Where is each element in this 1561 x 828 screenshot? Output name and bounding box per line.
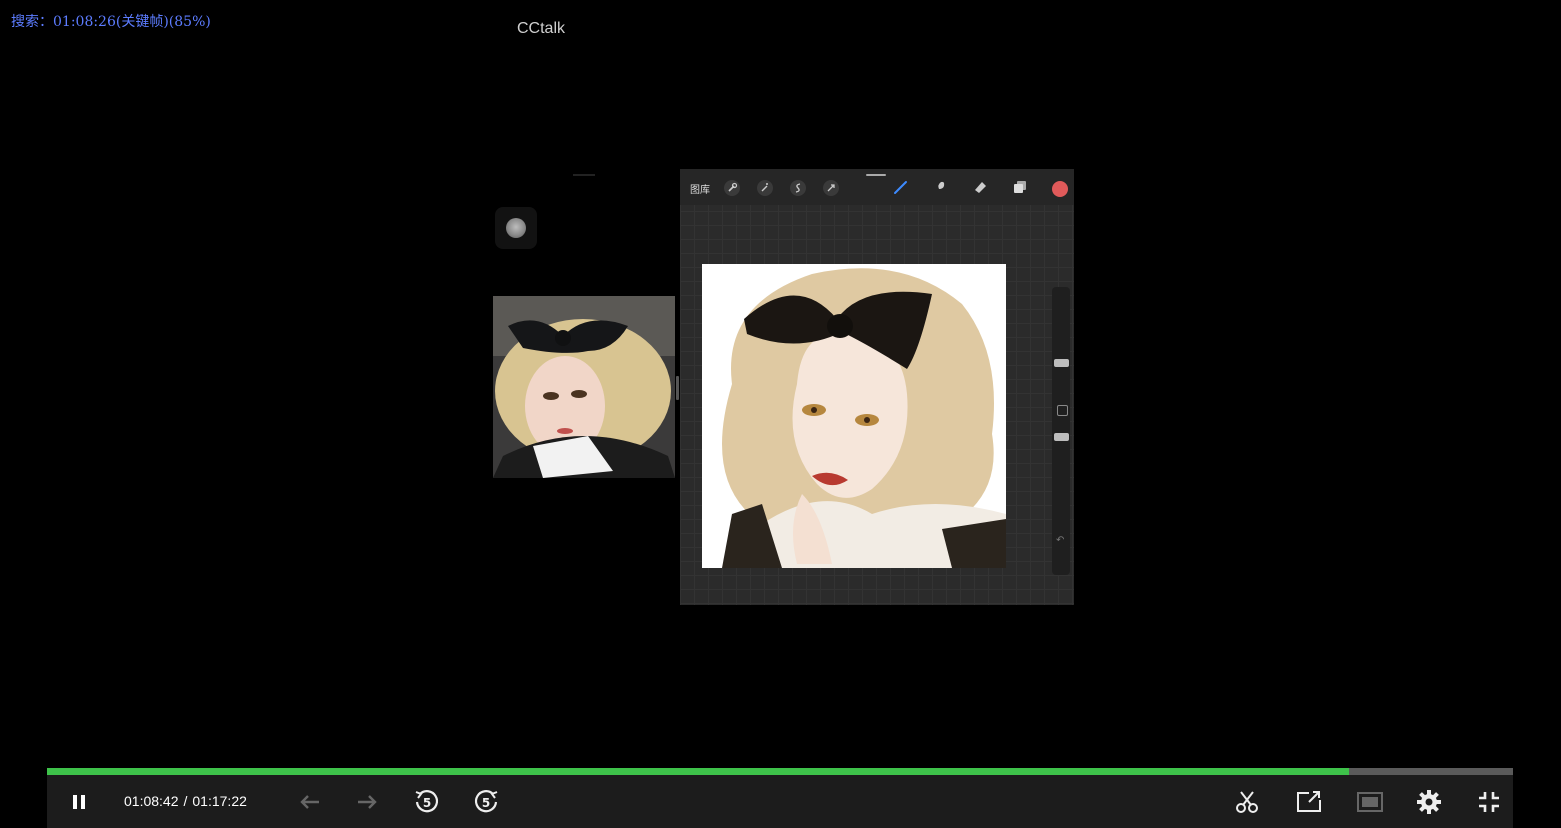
- previous-button[interactable]: [295, 788, 323, 816]
- top-divider: [573, 174, 595, 176]
- gallery-label: 图库: [690, 185, 710, 196]
- smudge-icon: [936, 181, 945, 193]
- share-screen-icon: [1297, 791, 1321, 812]
- selection-icon: [790, 180, 806, 196]
- scissors-icon: [1236, 791, 1258, 813]
- reference-photo-image: [493, 296, 675, 478]
- share-screen-button[interactable]: [1294, 788, 1324, 816]
- window-title: CCtalk: [517, 20, 566, 37]
- picture-in-picture-button[interactable]: [1355, 788, 1385, 816]
- drawing-app-window: 图库 ↶: [680, 169, 1074, 605]
- rewind-5s-button[interactable]: 5: [413, 788, 441, 816]
- forward-5s-button[interactable]: 5: [472, 788, 500, 816]
- next-button[interactable]: [354, 788, 382, 816]
- toolbar-handle: [866, 174, 886, 176]
- modify-button: [1057, 405, 1068, 416]
- time-display: 01:08:42/01:17:22: [124, 793, 247, 809]
- illustration-image: [702, 264, 1006, 568]
- progress-bar[interactable]: [47, 768, 1513, 775]
- exit-fullscreen-icon: [1479, 792, 1499, 812]
- settings-button[interactable]: [1415, 788, 1443, 816]
- clip-button[interactable]: [1233, 788, 1261, 816]
- arrow-left-icon: [300, 795, 319, 809]
- pause-button[interactable]: [67, 788, 91, 816]
- floating-brush-button: [495, 207, 537, 249]
- undo-icon: ↶: [1056, 535, 1065, 546]
- pause-icon: [73, 795, 85, 809]
- svg-text:5: 5: [423, 796, 431, 810]
- opacity-slider-thumb: [1054, 433, 1069, 441]
- search-status-text: 搜索：01:08:26(关键帧)(85%): [11, 14, 211, 30]
- brush-size-slider-thumb: [1054, 359, 1069, 367]
- brush-icon: [894, 181, 907, 194]
- transform-icon: [823, 180, 839, 196]
- rewind-5-icon: 5: [415, 790, 439, 813]
- svg-text:5: 5: [482, 796, 490, 810]
- color-picker-icon: [1052, 181, 1068, 197]
- reference-resize-handle: [676, 376, 679, 400]
- total-time: 01:17:22: [192, 793, 247, 809]
- magic-wand-icon: [757, 180, 773, 196]
- time-separator: /: [183, 793, 188, 809]
- exit-fullscreen-button[interactable]: [1475, 788, 1503, 816]
- layers-icon: [1014, 181, 1026, 193]
- player-control-bar: 01:08:42/01:17:22 5 5: [47, 775, 1513, 828]
- current-time: 01:08:42: [124, 793, 179, 809]
- arrow-right-icon: [358, 795, 377, 809]
- picture-in-picture-icon: [1357, 792, 1383, 812]
- wrench-icon: [724, 180, 740, 196]
- progress-fill: [47, 768, 1349, 775]
- reference-photo: [493, 296, 675, 478]
- eraser-icon: [975, 182, 986, 193]
- app-toolbar: 图库: [680, 169, 1074, 205]
- gear-icon: [1417, 790, 1441, 814]
- brush-size-sidebar: ↶: [1052, 287, 1070, 575]
- brush-dot-icon: [506, 218, 526, 238]
- drawing-canvas: [702, 264, 1006, 568]
- video-frame: 图库 ↶: [488, 168, 1078, 608]
- forward-5-icon: 5: [474, 790, 498, 813]
